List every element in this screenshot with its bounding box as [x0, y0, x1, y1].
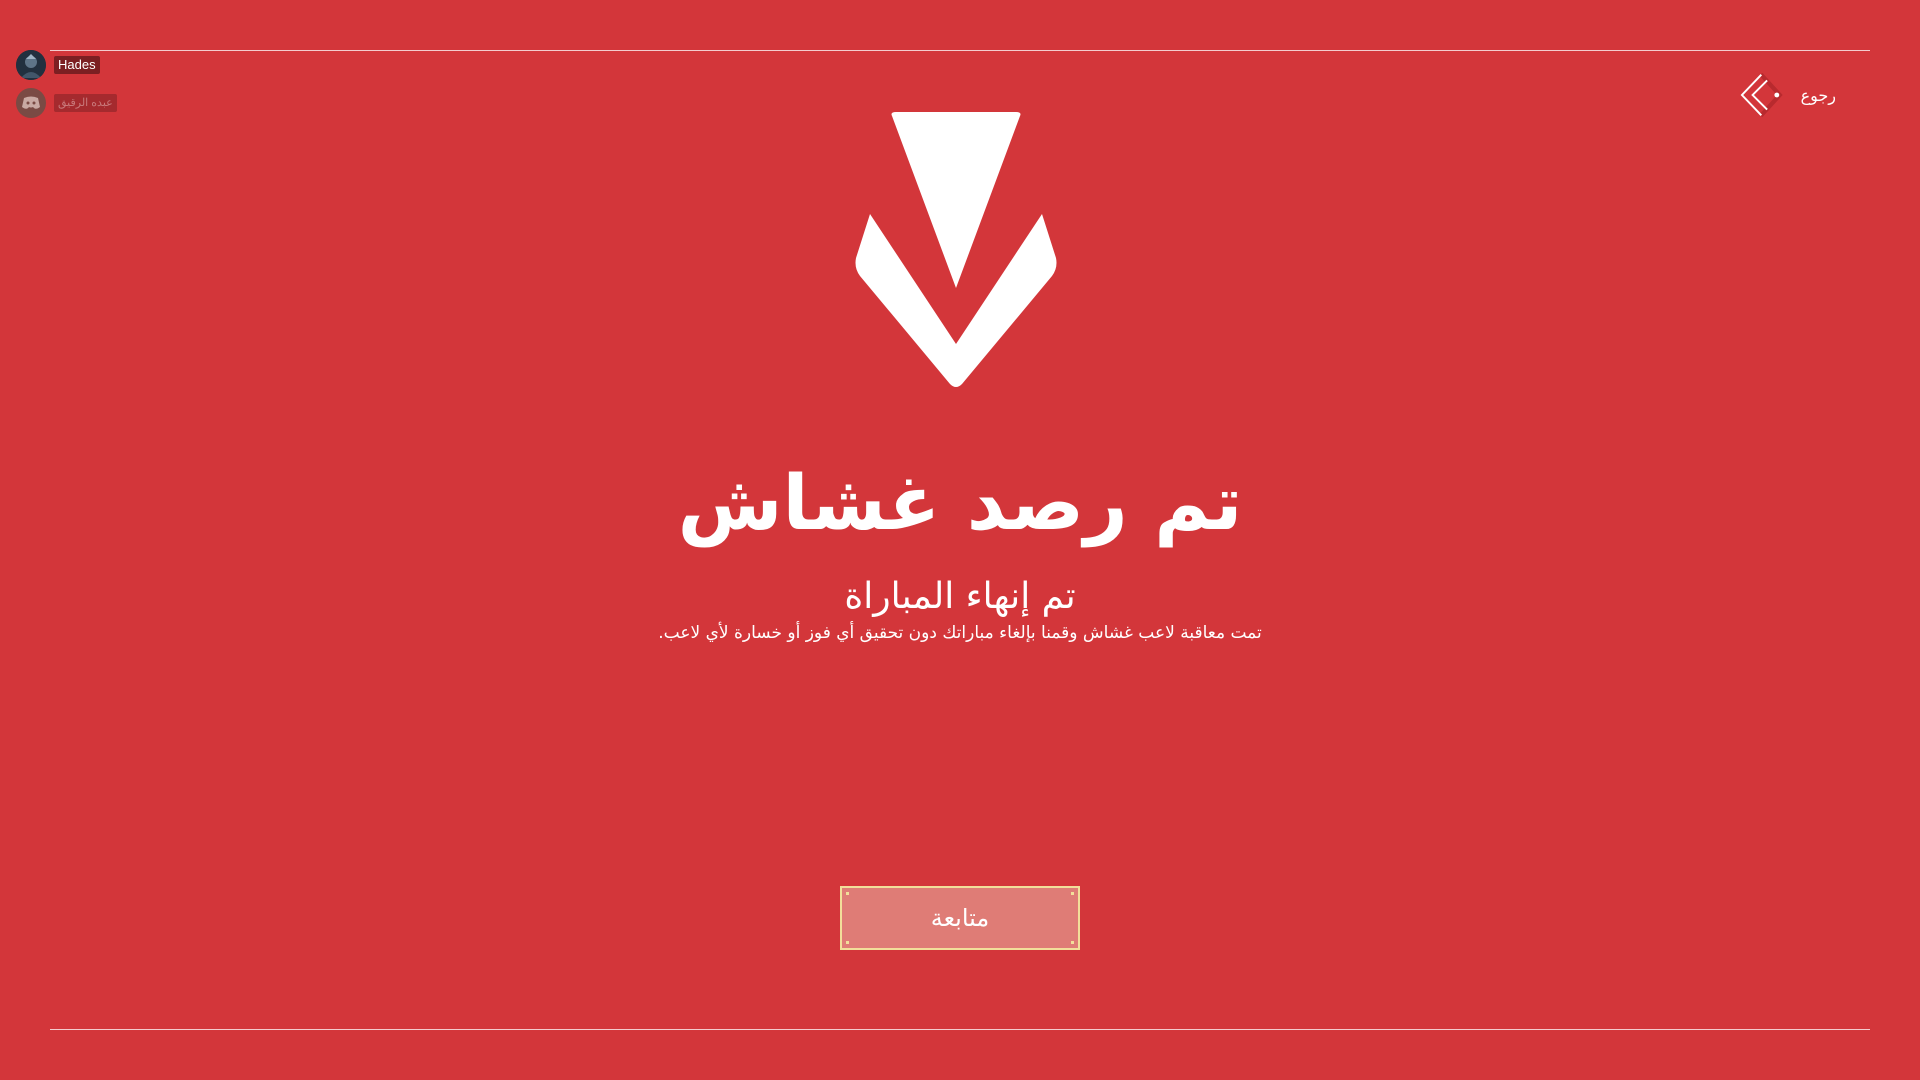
party-member-discord[interactable]: عبده الرقيق — [16, 88, 117, 118]
page-subtitle: تم إنهاء المباراة — [844, 576, 1076, 617]
button-corner-decoration — [846, 892, 849, 895]
back-chevron-icon — [1740, 72, 1783, 118]
bottom-divider — [50, 1029, 1870, 1030]
continue-button-label: متابعة — [930, 904, 990, 932]
valorant-logo-icon — [855, 112, 1057, 387]
top-divider — [50, 50, 1870, 51]
player-avatar — [16, 50, 46, 80]
discord-icon — [16, 88, 46, 118]
continue-button[interactable]: متابعة — [840, 886, 1080, 950]
button-corner-decoration — [1071, 892, 1074, 895]
party-member-name: Hades — [54, 56, 100, 74]
page-title: تم رصد غشاش — [677, 458, 1243, 547]
party-member-name: عبده الرقيق — [54, 94, 117, 112]
button-corner-decoration — [1071, 941, 1074, 944]
back-button[interactable]: رجوع — [1740, 70, 1836, 120]
button-corner-decoration — [846, 941, 849, 944]
back-label: رجوع — [1800, 85, 1836, 105]
party-member-hades[interactable]: Hades — [16, 50, 100, 80]
cheater-detected-screen: Hades عبده الرقيق رجوع تم رصد غشاش تم إن… — [0, 0, 1920, 1080]
page-description: تمت معاقبة لاعب غشاش وقمنا بإلغاء مبارات… — [658, 623, 1262, 643]
